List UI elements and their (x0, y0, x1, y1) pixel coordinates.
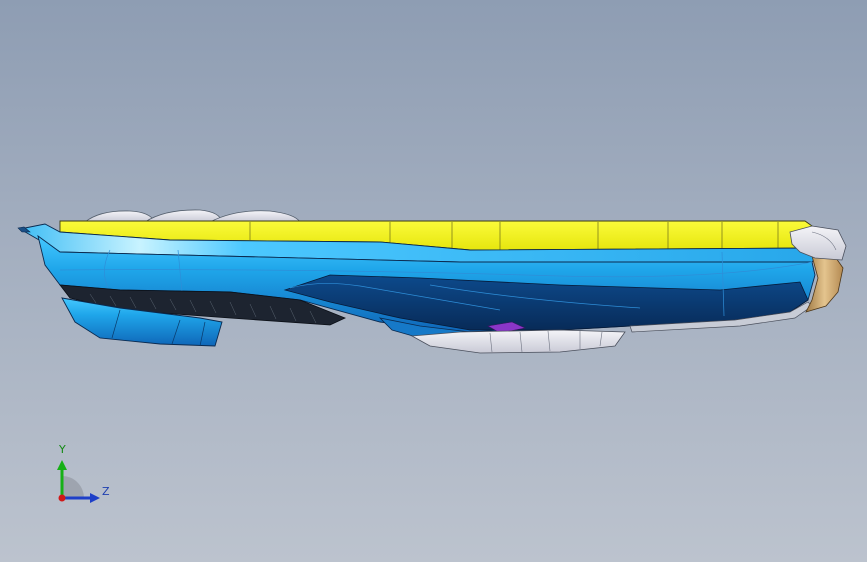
y-axis-arrow-icon (57, 460, 67, 470)
triad-plane-icon (62, 476, 84, 498)
top-bumps (83, 209, 301, 223)
x-axis-dot-icon (58, 494, 66, 502)
z-axis-label: Z (102, 485, 110, 498)
y-axis-label: Y (59, 443, 66, 456)
lower-white-assembly (410, 329, 626, 354)
axis-triad[interactable]: Y Z (48, 440, 118, 510)
cad-model-view[interactable] (0, 0, 867, 562)
graphics-viewport[interactable]: Y Z (0, 0, 867, 562)
z-axis-arrow-icon (90, 493, 100, 503)
